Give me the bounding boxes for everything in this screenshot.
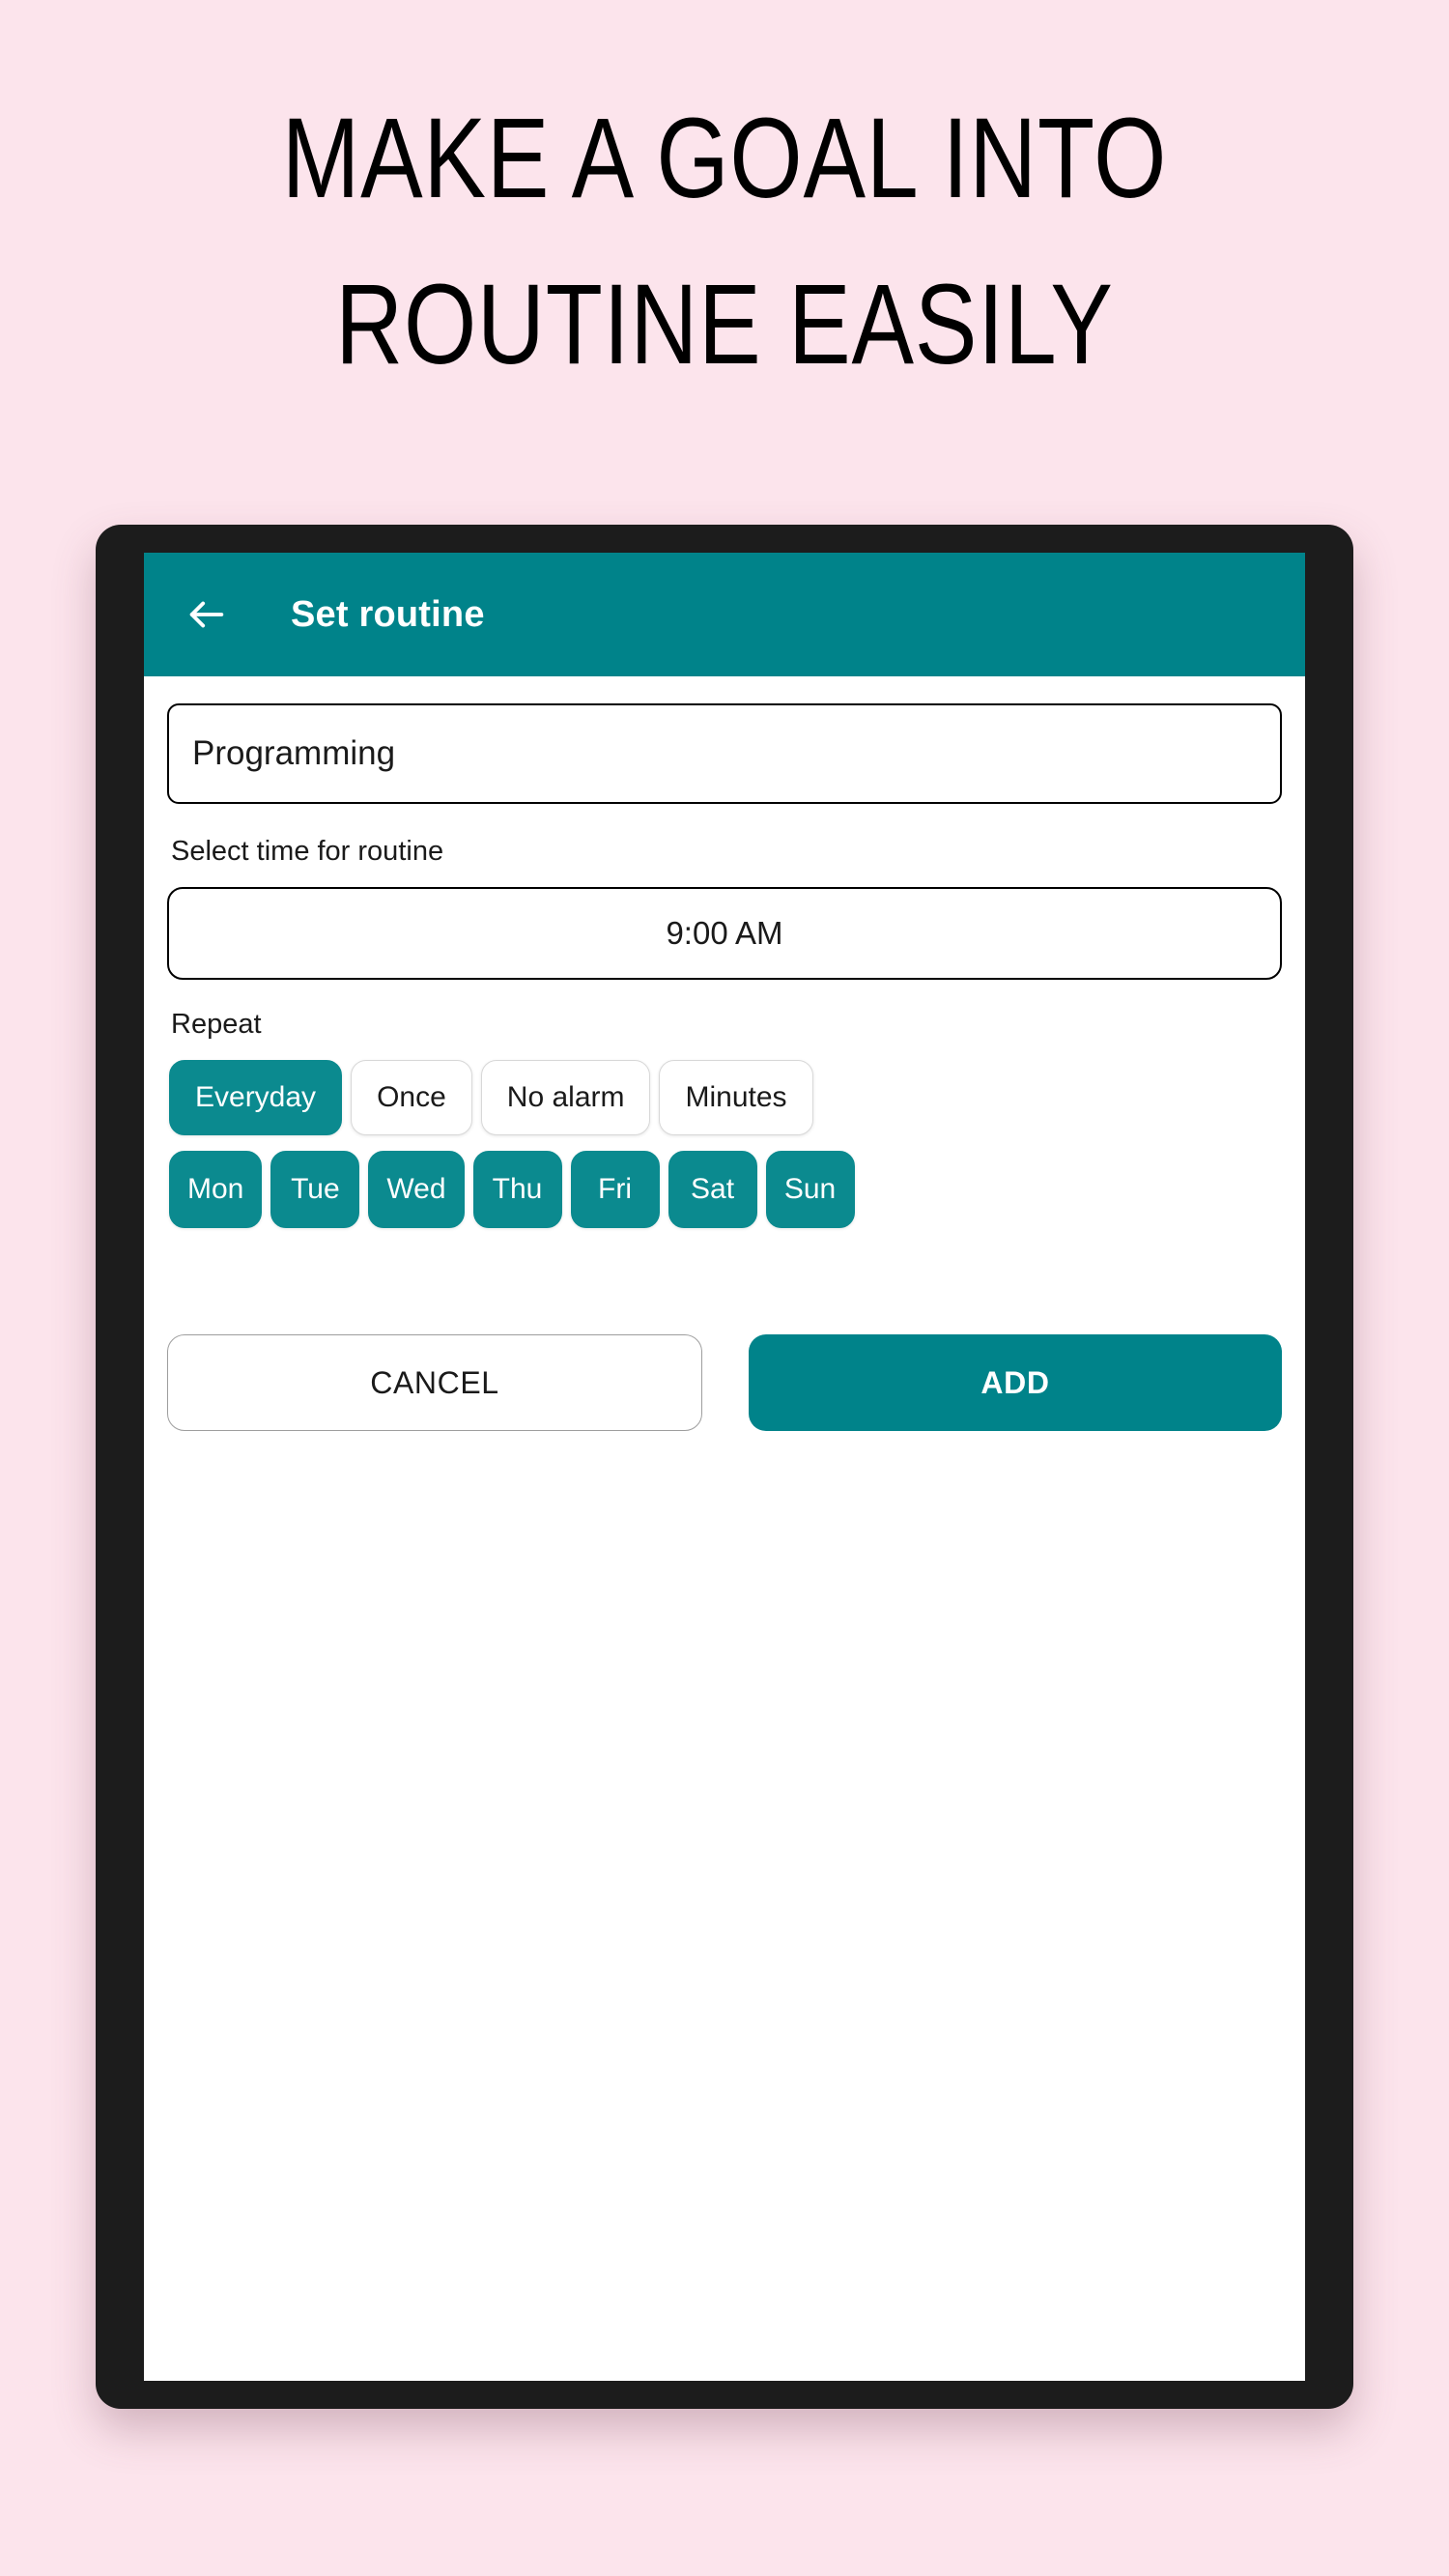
day-chip-sat[interactable]: Sat [668,1151,757,1228]
form-content: Programming Select time for routine 9:00… [144,676,1305,1431]
day-chip-wed[interactable]: Wed [368,1151,465,1228]
routine-name-input[interactable]: Programming [167,703,1282,804]
back-button[interactable] [175,583,239,646]
day-chip-sun[interactable]: Sun [765,1151,855,1228]
add-button[interactable]: ADD [749,1334,1282,1431]
day-selector-row: Mon Tue Wed Thu Fri Sat Sun [167,1151,1282,1228]
phone-screen: Set routine Programming Select time for … [144,553,1305,2381]
repeat-label: Repeat [171,1009,262,1040]
repeat-chip-everyday[interactable]: Everyday [169,1060,343,1135]
cancel-button[interactable]: CANCEL [167,1334,702,1431]
time-field-label: Select time for routine [171,836,444,867]
repeat-chip-minutes[interactable]: Minutes [659,1060,813,1135]
app-bar: Set routine [144,553,1305,676]
repeat-chip-no-alarm[interactable]: No alarm [480,1060,651,1135]
page-title: Set routine [291,593,485,635]
day-chip-thu[interactable]: Thu [472,1151,562,1228]
day-chip-fri[interactable]: Fri [570,1151,660,1228]
phone-device-frame: Set routine Programming Select time for … [96,525,1353,2409]
arrow-left-icon [185,592,229,637]
action-buttons-row: CANCEL ADD [167,1334,1282,1431]
promo-headline: MAKE A GOAL INTO ROUTINE EASILY [281,95,1168,388]
day-chip-tue[interactable]: Tue [270,1151,360,1228]
time-picker-field[interactable]: 9:00 AM [167,887,1282,980]
repeat-options-row: Everyday Once No alarm Minutes [167,1060,1282,1135]
repeat-chip-once[interactable]: Once [351,1060,472,1135]
day-chip-mon[interactable]: Mon [169,1151,263,1228]
